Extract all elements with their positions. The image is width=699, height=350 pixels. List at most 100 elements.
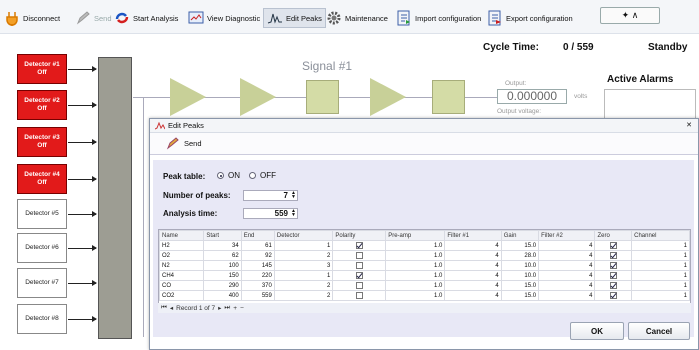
cell-channel[interactable]: 1 bbox=[631, 260, 690, 271]
cell-filter2[interactable]: 4 bbox=[538, 250, 596, 261]
detector-7-box[interactable]: Detector #7 bbox=[17, 268, 67, 298]
detector-6-box[interactable]: Detector #6 bbox=[17, 233, 67, 263]
peak-table-on-radio[interactable] bbox=[217, 172, 224, 179]
export-configuration-button[interactable]: Export configuration bbox=[487, 8, 573, 28]
cell-detector[interactable]: 1 bbox=[273, 270, 334, 281]
cell-polarity[interactable] bbox=[332, 270, 387, 281]
filter-block-2[interactable] bbox=[432, 80, 465, 114]
column-header[interactable]: Filter #1 bbox=[444, 230, 502, 241]
view-diagnostic-button[interactable]: View Diagnostic bbox=[188, 8, 260, 28]
column-header[interactable]: Zero bbox=[594, 230, 633, 241]
analysis-time-input[interactable]: 559 ▲ ▼ bbox=[243, 208, 298, 219]
cell-zero[interactable] bbox=[594, 290, 633, 301]
cell-filter2[interactable]: 4 bbox=[538, 260, 596, 271]
cell-polarity[interactable] bbox=[332, 240, 387, 251]
cell-name[interactable]: CO bbox=[158, 280, 205, 291]
zero-checkbox[interactable] bbox=[609, 261, 617, 269]
cell-filter2[interactable]: 4 bbox=[538, 290, 596, 301]
start-analysis-button[interactable]: Start Analysis bbox=[114, 8, 178, 28]
zero-checkbox[interactable] bbox=[609, 251, 617, 259]
cell-start[interactable]: 290 bbox=[203, 280, 242, 291]
table-row[interactable]: H2 34 61 1 1.0 4 15.0 4 1 bbox=[158, 240, 690, 251]
cell-zero[interactable] bbox=[594, 250, 633, 261]
cell-end[interactable]: 61 bbox=[240, 240, 275, 251]
column-header[interactable]: End bbox=[240, 230, 275, 241]
dialog-close-button[interactable]: ✕ bbox=[686, 121, 692, 129]
cell-preamp[interactable]: 1.0 bbox=[385, 280, 446, 291]
polarity-checkbox[interactable] bbox=[355, 291, 363, 299]
detector-4-box[interactable]: Detector #4 Off bbox=[17, 164, 67, 194]
detector-2-box[interactable]: Detector #2 Off bbox=[17, 90, 67, 120]
cell-end[interactable]: 145 bbox=[240, 260, 275, 271]
add-record-icon[interactable]: + bbox=[233, 305, 237, 312]
zero-checkbox[interactable] bbox=[609, 271, 617, 279]
amplifier-1[interactable] bbox=[170, 78, 206, 116]
column-header[interactable]: Pre-amp bbox=[385, 230, 446, 241]
amplifier-2[interactable] bbox=[240, 78, 276, 116]
spinner-icon[interactable]: ▲ ▼ bbox=[291, 209, 296, 218]
cell-preamp[interactable]: 1.0 bbox=[385, 270, 446, 281]
cell-name[interactable]: H2 bbox=[158, 240, 205, 251]
cell-start[interactable]: 34 bbox=[203, 240, 242, 251]
zero-checkbox[interactable] bbox=[609, 241, 617, 249]
last-record-icon[interactable]: ⏭ bbox=[224, 304, 230, 312]
filter-block-1[interactable] bbox=[306, 80, 339, 114]
cell-channel[interactable]: 1 bbox=[631, 270, 690, 281]
cell-preamp[interactable]: 1.0 bbox=[385, 240, 446, 251]
detector-5-box[interactable]: Detector #5 bbox=[17, 199, 67, 229]
ok-button[interactable]: OK bbox=[570, 322, 624, 340]
cell-preamp[interactable]: 1.0 bbox=[385, 290, 446, 301]
delete-record-icon[interactable]: − bbox=[240, 305, 244, 312]
cell-name[interactable]: CH4 bbox=[158, 270, 205, 281]
cell-zero[interactable] bbox=[594, 270, 633, 281]
import-configuration-button[interactable]: Import configuration bbox=[396, 8, 481, 28]
cell-start[interactable]: 400 bbox=[203, 290, 242, 301]
detector-3-box[interactable]: Detector #3 Off bbox=[17, 127, 67, 157]
cell-start[interactable]: 150 bbox=[203, 270, 242, 281]
cell-filter1[interactable]: 4 bbox=[444, 250, 502, 261]
num-peaks-input[interactable]: 7 ▲ ▼ bbox=[243, 190, 298, 201]
column-header[interactable]: Gain bbox=[500, 230, 540, 241]
send-button[interactable]: Send bbox=[166, 136, 202, 152]
cell-name[interactable]: N2 bbox=[158, 260, 205, 271]
cell-preamp[interactable]: 1.0 bbox=[385, 260, 446, 271]
column-header[interactable]: Start bbox=[203, 230, 242, 241]
cell-end[interactable]: 220 bbox=[240, 270, 275, 281]
maintenance-button[interactable]: Maintenance bbox=[326, 8, 388, 28]
cell-zero[interactable] bbox=[594, 260, 633, 271]
cell-polarity[interactable] bbox=[332, 260, 387, 271]
zero-checkbox[interactable] bbox=[609, 281, 617, 289]
column-header[interactable]: Channel bbox=[631, 230, 690, 241]
polarity-checkbox[interactable] bbox=[355, 281, 363, 289]
cell-start[interactable]: 100 bbox=[203, 260, 242, 271]
zero-checkbox[interactable] bbox=[609, 291, 617, 299]
column-header[interactable]: Name bbox=[158, 230, 205, 241]
cell-zero[interactable] bbox=[594, 240, 633, 251]
cell-name[interactable]: O2 bbox=[158, 250, 205, 261]
cell-channel[interactable]: 1 bbox=[631, 250, 690, 261]
cell-detector[interactable]: 2 bbox=[273, 280, 334, 291]
cell-gain[interactable]: 28.0 bbox=[500, 250, 540, 261]
prev-record-icon[interactable]: ◂ bbox=[170, 304, 173, 312]
column-header[interactable]: Detector bbox=[273, 230, 334, 241]
detector-8-box[interactable]: Detector #8 bbox=[17, 304, 67, 334]
peak-table-off-radio[interactable] bbox=[249, 172, 256, 179]
cell-channel[interactable]: 1 bbox=[631, 280, 690, 291]
send-button[interactable]: Send bbox=[75, 8, 112, 28]
cell-polarity[interactable] bbox=[332, 280, 387, 291]
cell-channel[interactable]: 1 bbox=[631, 240, 690, 251]
column-header[interactable]: Polarity bbox=[332, 230, 387, 241]
first-record-icon[interactable]: ⏮ bbox=[161, 304, 167, 312]
table-row[interactable]: CH4 150 220 1 1.0 4 10.0 4 1 bbox=[158, 270, 690, 281]
cell-preamp[interactable]: 1.0 bbox=[385, 250, 446, 261]
polarity-checkbox[interactable] bbox=[355, 241, 363, 249]
cell-detector[interactable]: 2 bbox=[273, 250, 334, 261]
table-row[interactable]: O2 62 92 2 1.0 4 28.0 4 1 bbox=[158, 250, 690, 261]
cell-gain[interactable]: 15.0 bbox=[500, 240, 540, 251]
cell-detector[interactable]: 1 bbox=[273, 240, 334, 251]
cell-filter2[interactable]: 4 bbox=[538, 240, 596, 251]
cell-filter2[interactable]: 4 bbox=[538, 270, 596, 281]
cell-polarity[interactable] bbox=[332, 290, 387, 301]
column-header[interactable]: Filter #2 bbox=[538, 230, 596, 241]
next-record-icon[interactable]: ▸ bbox=[218, 304, 221, 312]
